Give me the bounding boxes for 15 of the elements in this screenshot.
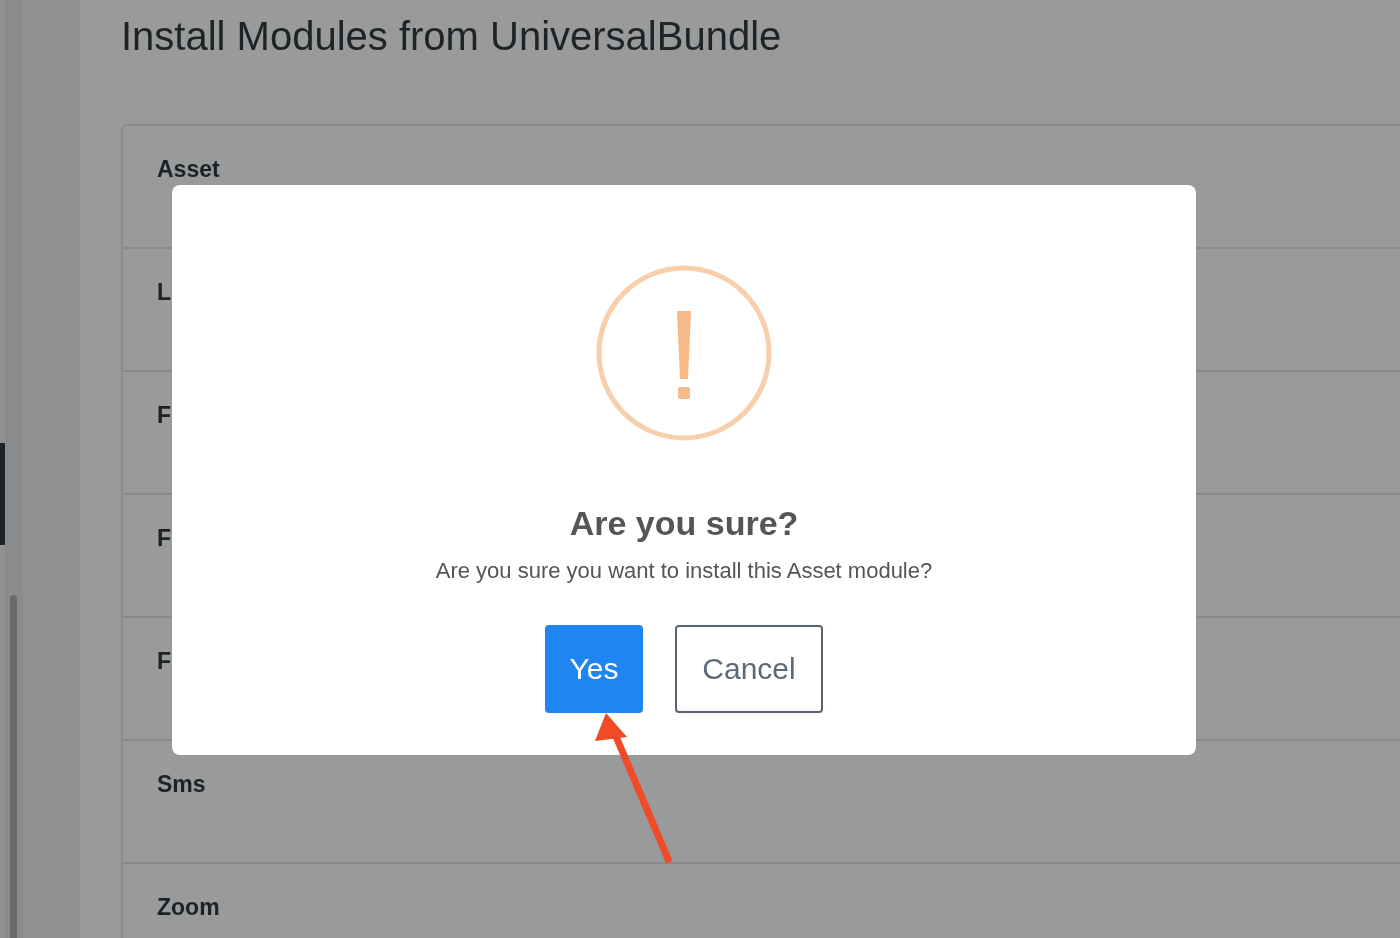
module-name: L	[157, 279, 172, 305]
module-row[interactable]: Zoom	[123, 864, 1400, 938]
scrollbar-thumb[interactable]	[10, 595, 17, 938]
module-name: Asset	[157, 156, 220, 182]
module-name: Sms	[157, 771, 206, 797]
module-name: F	[157, 525, 172, 551]
dialog-title: Are you sure?	[569, 503, 799, 543]
warning-icon	[594, 263, 774, 443]
module-name: F	[157, 402, 172, 428]
module-name: F	[157, 648, 172, 674]
module-name: Zoom	[157, 894, 220, 920]
dialog-message: Are you sure you want to install this Asset module?	[435, 557, 933, 585]
cancel-button[interactable]: Cancel	[675, 625, 823, 713]
page-title: Install Modules from UniversalBundle	[121, 13, 783, 60]
yes-button[interactable]: Yes	[545, 625, 643, 713]
